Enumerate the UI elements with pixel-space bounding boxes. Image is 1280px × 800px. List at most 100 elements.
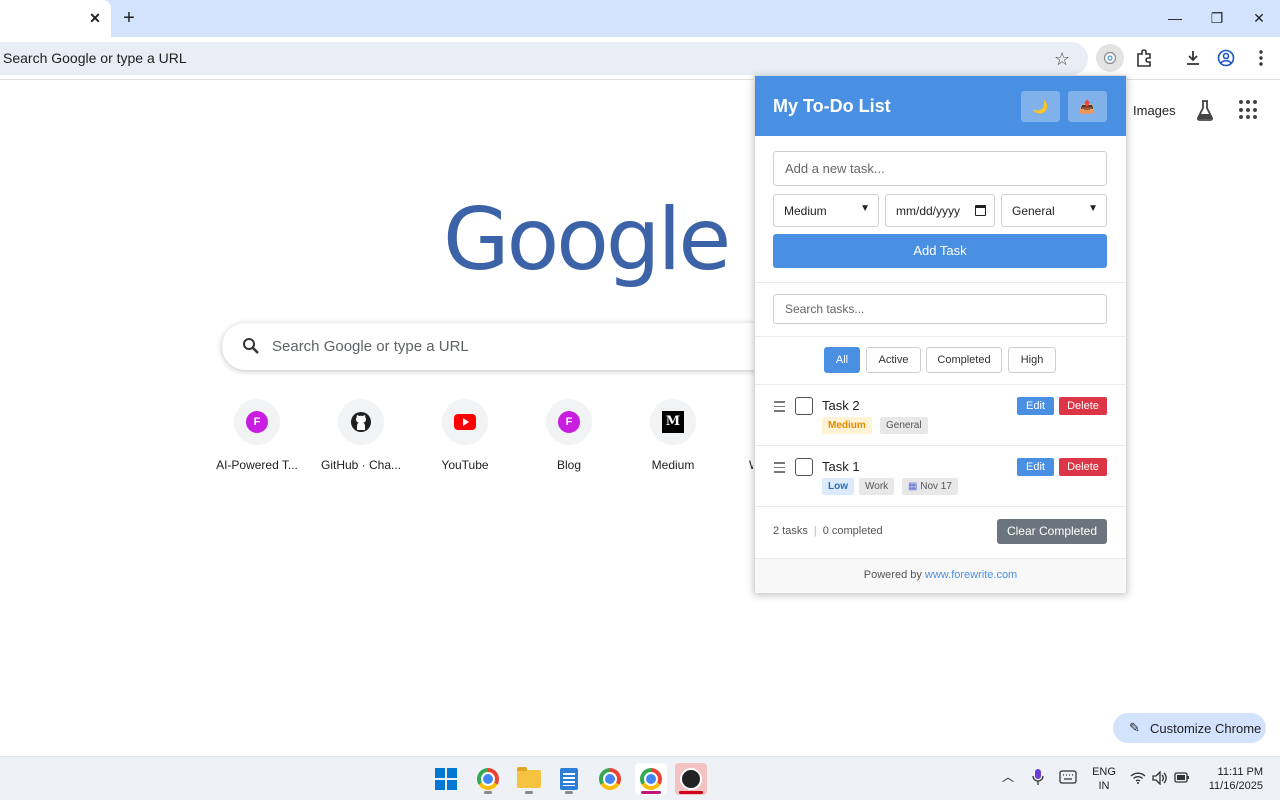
completed-count: 0 completed [822,525,883,537]
drag-handle-icon[interactable] [774,401,785,415]
task-name: Task 1 [822,459,860,474]
github-icon [351,412,371,432]
taskbar-chrome-active[interactable] [635,763,667,795]
edit-button[interactable]: Edit [1017,397,1054,415]
chevron-up-icon[interactable]: ︿ [1002,768,1014,785]
search-tasks-input[interactable]: Search tasks... [773,294,1107,324]
due-date-badge: ▦ Nov 17 [902,478,958,495]
chevron-down-icon: ▼ [860,203,870,214]
ntp-search-box[interactable]: Search Google or type a URL [222,323,782,370]
address-bar[interactable]: Search Google or type a URL ☆ [0,42,1088,75]
download-icon[interactable] [1179,44,1207,72]
tab-strip: ✕ + — ❐ ✕ [0,0,1280,37]
calendar-icon[interactable] [975,205,986,216]
shortcut-youtube[interactable]: YouTube [417,399,513,472]
lang-line2: IN [1098,780,1110,792]
filter-all[interactable]: All [824,347,860,373]
start-button[interactable] [430,763,462,795]
browser-toolbar: Search Google or type a URL ☆ [0,37,1280,80]
images-link[interactable]: Images [1133,103,1176,118]
category-badge: General [880,417,928,434]
theme-toggle-button[interactable]: 🌙 [1021,91,1060,122]
shortcut-partial[interactable]: W [729,399,753,472]
restore-button[interactable]: ❐ [1203,6,1231,30]
bookmark-star-icon[interactable]: ☆ [1054,50,1070,68]
folder-icon [517,767,541,788]
f-favicon-icon: F [558,411,580,433]
wifi-icon[interactable] [1130,771,1146,787]
shortcut-github[interactable]: GitHub · Cha... [313,399,409,472]
taskbar-file-explorer[interactable] [513,763,545,795]
divider [755,282,1126,283]
filter-completed[interactable]: Completed [926,347,1002,373]
export-icon: 📤 [1079,98,1096,114]
popup-title: My To-Do List [773,96,891,116]
task-checkbox[interactable] [795,397,813,415]
drag-handle-icon[interactable] [774,462,785,476]
lang-line1: ENG [1092,766,1116,778]
new-task-input[interactable]: Add a new task... [773,151,1107,186]
filter-active[interactable]: Active [866,347,921,373]
profile-icon[interactable] [1212,44,1240,72]
task-item: Task 2 Medium General Edit Delete [755,385,1126,445]
system-clock[interactable]: 11:11 PM 11/16/2025 [1203,765,1263,793]
delete-button[interactable]: Delete [1059,397,1107,415]
chrome-menu-icon[interactable] [1247,44,1275,72]
due-date-input[interactable]: mm/dd/yyyy [885,194,995,227]
volume-icon[interactable] [1152,770,1168,788]
search-icon [242,337,260,355]
shortcut-blog[interactable]: F Blog [521,399,617,472]
shortcut-ai-powered[interactable]: F AI-Powered T... [209,399,305,472]
pencil-icon: ✎ [1129,720,1140,735]
labs-flask-icon[interactable] [1194,98,1216,122]
edit-button[interactable]: Edit [1017,458,1054,476]
taskbar-obs[interactable] [675,763,707,795]
task-count: 2 tasks [773,525,808,537]
language-indicator[interactable]: ENG IN [1092,765,1116,793]
windows-taskbar [0,756,1280,800]
shortcut-label: W [729,458,753,472]
date-placeholder: mm/dd/yyyy [896,204,961,218]
powered-by-text: Powered by [863,569,925,581]
priority-badge: Low [822,478,854,495]
battery-icon[interactable] [1174,772,1190,786]
taskbar-notepad[interactable] [553,763,585,795]
microphone-icon[interactable] [1032,768,1044,789]
shortcut-label: YouTube [441,458,489,472]
search-placeholder: Search Google or type a URL [272,338,469,355]
chrome-icon [599,768,621,790]
tab-close-icon[interactable]: ✕ [86,9,104,27]
google-logo: Google [443,190,731,290]
address-bar-text: Search Google or type a URL [3,50,187,66]
chrome-icon [640,768,662,790]
windows-logo-icon [435,768,457,790]
export-button[interactable]: 📤 [1068,91,1107,122]
divider [755,506,1126,507]
google-apps-icon[interactable] [1239,100,1259,120]
task-checkbox[interactable] [795,458,813,476]
extensions-puzzle-icon[interactable] [1130,44,1158,72]
clock-date: 11/16/2025 [1208,780,1263,792]
taskbar-chrome[interactable] [594,763,626,795]
priority-badge: Medium [822,417,872,434]
priority-select[interactable]: Medium ▼ [773,194,879,227]
tab-new-tab[interactable]: ✕ [0,0,111,37]
youtube-icon [454,414,476,430]
new-tab-button[interactable]: + [118,6,140,30]
filter-high[interactable]: High [1008,347,1056,373]
popup-header: My To-Do List 🌙 📤 [755,76,1126,136]
category-select[interactable]: General ▼ [1001,194,1107,227]
stats-separator: | [813,525,817,537]
forewrite-link[interactable]: www.forewrite.com [925,569,1017,581]
minimize-button[interactable]: — [1161,6,1189,30]
close-window-button[interactable]: ✕ [1245,6,1273,30]
add-task-button[interactable]: Add Task [773,234,1107,268]
delete-button[interactable]: Delete [1059,458,1107,476]
taskbar-chrome-profile[interactable] [472,763,504,795]
todo-extension-icon[interactable] [1096,44,1124,72]
shortcut-label: GitHub · Cha... [320,458,402,472]
customize-chrome-button[interactable]: ✎ Customize Chrome [1113,713,1266,743]
keyboard-icon[interactable] [1059,770,1077,787]
shortcut-medium[interactable]: M Medium [625,399,721,472]
clear-completed-button[interactable]: Clear Completed [997,519,1107,544]
